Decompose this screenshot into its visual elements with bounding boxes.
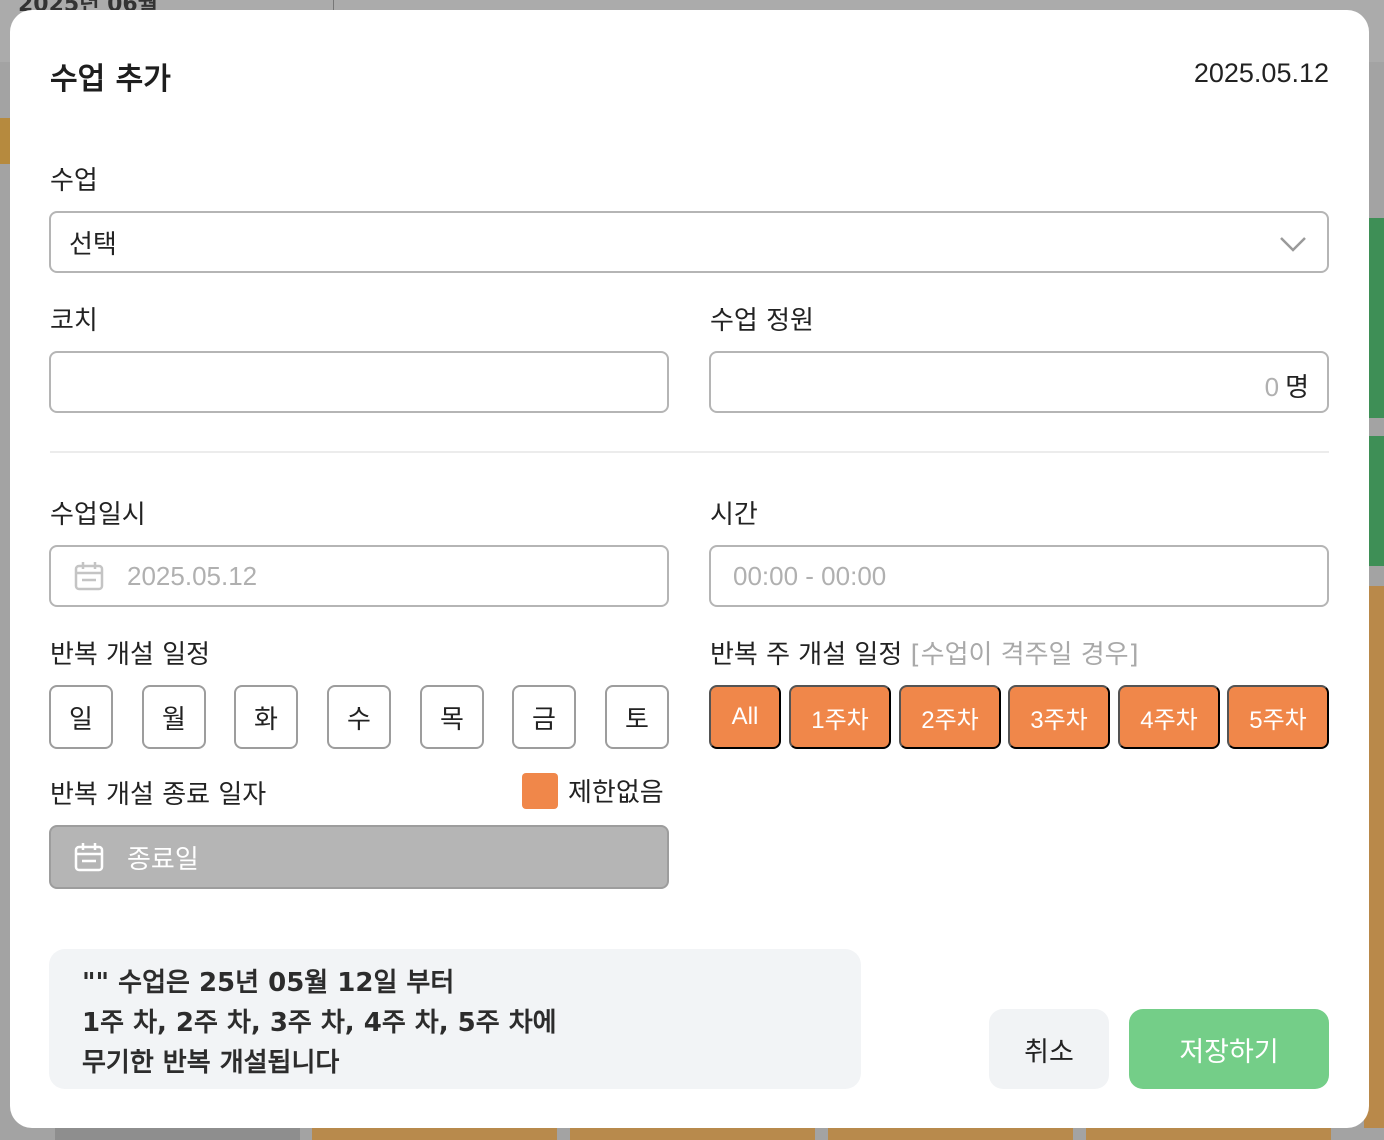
- chevron-down-icon: [1280, 237, 1306, 252]
- capacity-input[interactable]: 0명: [709, 351, 1329, 413]
- week-button-1[interactable]: 1주차: [789, 685, 891, 749]
- unlimited-checkbox-box[interactable]: [522, 772, 558, 809]
- coach-label: 코치: [50, 306, 98, 336]
- unlimited-checkbox-label: 제한없음: [568, 778, 664, 808]
- day-button-sat[interactable]: 토: [605, 685, 669, 749]
- repeat-weeks-label: 반복 주 개설 일정 [수업이 격주일 경우]: [710, 634, 1139, 671]
- end-date-placeholder: 종료일: [127, 844, 199, 875]
- capacity-label: 수업 정원: [710, 306, 814, 336]
- week-button-2[interactable]: 2주차: [899, 685, 1001, 749]
- week-button-4[interactable]: 4주차: [1118, 685, 1220, 749]
- repeat-end-label: 반복 개설 종료 일자: [50, 780, 267, 810]
- day-button-fri[interactable]: 금: [512, 685, 576, 749]
- calendar-event-card: [312, 1128, 557, 1140]
- calendar-event-card: [570, 1128, 815, 1140]
- class-date-picker[interactable]: 2025.05.12: [49, 545, 669, 607]
- week-button-all[interactable]: All: [709, 685, 781, 749]
- calendar-event-card: [1086, 1128, 1331, 1140]
- class-date-placeholder: 2025.05.12: [127, 560, 258, 591]
- repeat-days-label: 반복 개설 일정: [50, 640, 211, 670]
- capacity-unit: 명: [1285, 373, 1309, 403]
- class-label: 수업: [50, 166, 98, 196]
- time-input[interactable]: 00:00 - 00:00: [709, 545, 1329, 607]
- add-class-modal: 수업 추가 2025.05.12 수업 선택 코치 수업 정원 0명 수업일시 …: [10, 10, 1369, 1128]
- class-date-label: 수업일시: [50, 500, 146, 530]
- section-divider: [50, 451, 1329, 453]
- time-label: 시간: [710, 500, 758, 530]
- summary-line: 1주 차, 2주 차, 3주 차, 4주 차, 5주 차에: [82, 1008, 557, 1038]
- save-button[interactable]: 저장하기: [1129, 1009, 1329, 1089]
- class-select[interactable]: 선택: [49, 211, 1329, 273]
- cancel-button[interactable]: 취소: [989, 1009, 1109, 1089]
- modal-date: 2025.05.12: [1193, 58, 1329, 88]
- day-button-mon[interactable]: 월: [142, 685, 206, 749]
- calendar-icon: [74, 562, 104, 591]
- calendar-icon: [74, 843, 104, 872]
- day-button-sun[interactable]: 일: [49, 685, 113, 749]
- unlimited-checkbox[interactable]: 제한없음: [522, 772, 664, 809]
- end-date-picker[interactable]: 종료일: [49, 825, 669, 889]
- day-button-wed[interactable]: 수: [327, 685, 391, 749]
- repeat-weeks-hint: [수업이 격주일 경우]: [910, 640, 1139, 670]
- repeat-weeks-title: 반복 주 개설 일정: [710, 640, 903, 670]
- calendar-event-card: [55, 1128, 300, 1140]
- calendar-event-card: [828, 1128, 1073, 1140]
- day-button-tue[interactable]: 화: [234, 685, 298, 749]
- week-button-5[interactable]: 5주차: [1227, 685, 1329, 749]
- coach-input[interactable]: [49, 351, 669, 413]
- modal-title: 수업 추가: [50, 62, 171, 97]
- calendar-event-stripe: [0, 118, 10, 164]
- capacity-value: 0: [1264, 372, 1280, 402]
- week-button-3[interactable]: 3주차: [1008, 685, 1110, 749]
- summary-line: "" 수업은 25년 05월 12일 부터: [82, 968, 455, 998]
- schedule-summary: "" 수업은 25년 05월 12일 부터 1주 차, 2주 차, 3주 차, …: [49, 949, 861, 1089]
- summary-line: 무기한 반복 개설됩니다: [82, 1048, 340, 1078]
- day-button-thu[interactable]: 목: [420, 685, 484, 749]
- calendar-header-divider: [333, 0, 334, 10]
- class-select-value: 선택: [69, 229, 117, 260]
- time-placeholder: 00:00 - 00:00: [733, 560, 887, 591]
